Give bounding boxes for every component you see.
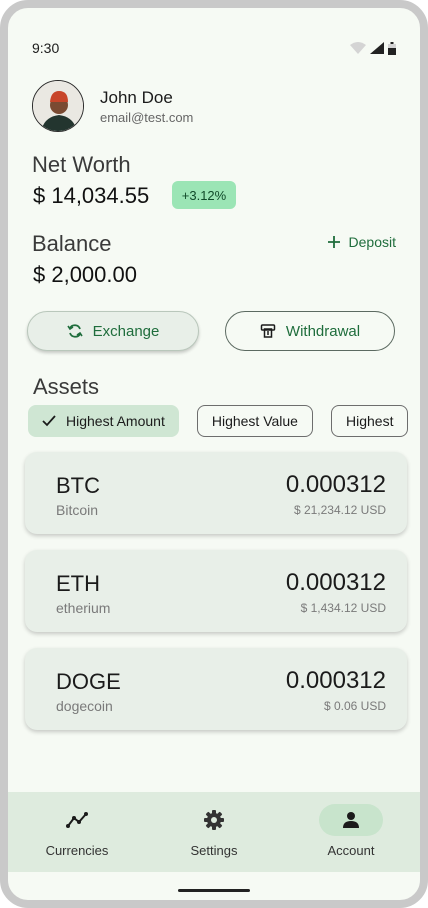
asset-card-btc[interactable]: BTC Bitcoin 0.000312 $ 21,234.12 USD: [25, 452, 407, 534]
status-time: 9:30: [32, 40, 60, 56]
filter-chip-highest-amount[interactable]: Highest Amount: [28, 405, 179, 437]
battery-icon: [388, 41, 396, 55]
exchange-button[interactable]: Exchange: [27, 311, 199, 351]
avatar-image: [33, 81, 83, 131]
balance-value: $ 2,000.00: [33, 262, 137, 287]
home-indicator[interactable]: [178, 889, 250, 892]
avatar[interactable]: [32, 80, 84, 132]
asset-name: etherium: [56, 600, 111, 616]
net-worth-label: Net Worth: [32, 152, 131, 177]
profile-email: email@test.com: [100, 109, 194, 125]
nav-item-currencies[interactable]: Currencies: [27, 792, 127, 872]
deposit-button[interactable]: Deposit: [327, 234, 396, 250]
status-icons: [350, 41, 396, 55]
asset-amount: 0.000312: [285, 569, 386, 596]
nav-item-account[interactable]: Account: [301, 792, 401, 872]
nav-item-settings[interactable]: Settings: [164, 792, 264, 872]
asset-usd-value: $ 1,434.12 USD: [300, 601, 386, 615]
assets-title: Assets: [33, 374, 100, 399]
filter-chip-highest[interactable]: Highest: [330, 405, 409, 437]
profile-header[interactable]: John Doe email@test.com: [32, 80, 193, 132]
sync-icon: [66, 324, 83, 338]
nav-label: Currencies: [45, 843, 109, 858]
nav-label: Settings: [190, 843, 238, 858]
net-worth-change-badge: +3.12%: [172, 181, 236, 209]
withdrawal-label: Withdrawal: [285, 322, 361, 340]
balance-label: Balance: [32, 231, 112, 256]
person-icon: [343, 812, 359, 828]
asset-filter-chips: Highest Amount Highest Value Highest: [28, 405, 409, 437]
asset-usd-value: $ 21,234.12 USD: [293, 503, 386, 517]
deposit-label: Deposit: [348, 234, 396, 250]
asset-symbol: ETH: [56, 571, 100, 596]
status-bar: 9:30: [32, 38, 396, 58]
asset-name: dogecoin: [56, 698, 113, 714]
asset-usd-value: $ 0.06 USD: [323, 699, 386, 713]
asset-amount: 0.000312: [285, 471, 386, 498]
wifi-icon: [350, 42, 366, 54]
asset-amount: 0.000312: [285, 667, 386, 694]
profile-name: John Doe: [100, 87, 173, 107]
check-icon: [42, 415, 56, 427]
atm-icon: [260, 324, 276, 338]
asset-symbol: DOGE: [56, 669, 121, 694]
nav-label: Account: [327, 843, 375, 858]
filter-chip-label: Highest: [345, 413, 394, 429]
filter-chip-label: Highest Amount: [66, 413, 165, 429]
asset-card-doge[interactable]: DOGE dogecoin 0.000312 $ 0.06 USD: [25, 648, 407, 730]
cellular-signal-icon: [370, 42, 384, 54]
filter-chip-highest-value[interactable]: Highest Value: [196, 405, 313, 437]
phone-screen: 9:30 John Doe email@test.com Net Worth $…: [0, 0, 428, 908]
asset-card-eth[interactable]: ETH etherium 0.000312 $ 1,434.12 USD: [25, 550, 407, 632]
asset-name: Bitcoin: [56, 502, 99, 518]
plus-icon: [327, 236, 340, 248]
asset-symbol: BTC: [56, 473, 100, 498]
net-worth-value: $ 14,034.55: [33, 183, 150, 208]
gear-icon: [204, 810, 224, 830]
chart-line-icon: [66, 812, 88, 828]
withdrawal-button[interactable]: Withdrawal: [225, 311, 395, 351]
exchange-label: Exchange: [92, 322, 160, 340]
bottom-navigation: Currencies Settings Account: [8, 792, 420, 872]
filter-chip-label: Highest Value: [211, 413, 298, 429]
